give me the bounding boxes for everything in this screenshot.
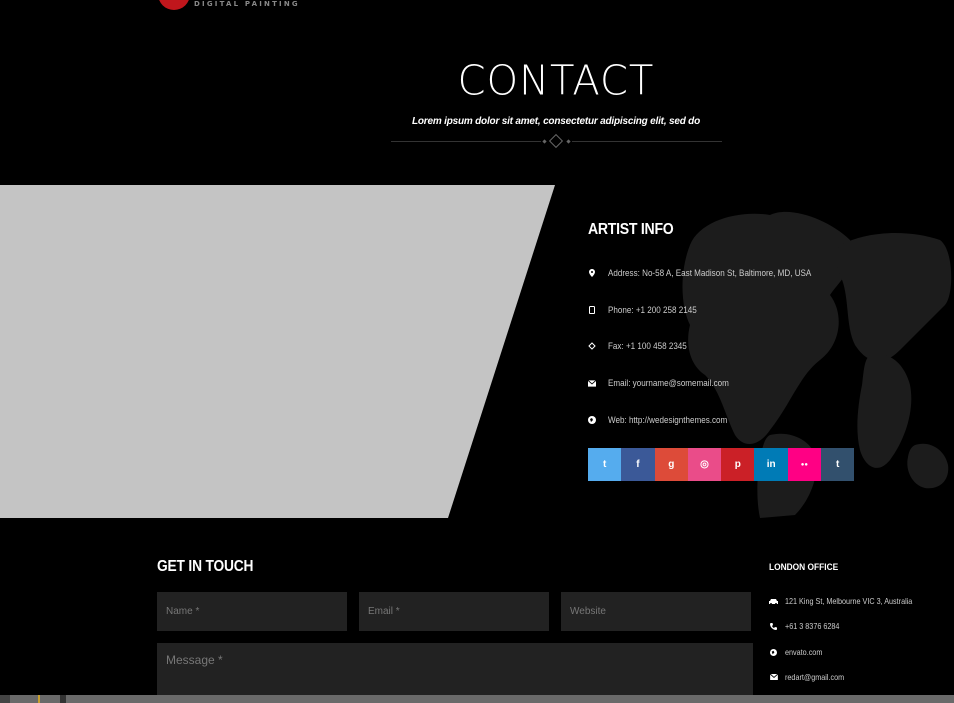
facebook-button[interactable]: f (621, 448, 655, 481)
facebook-icon: f (636, 459, 640, 470)
title-divider (391, 133, 722, 149)
office-address-row: 121 King St, Melbourne VIC 3, Australia (769, 596, 935, 606)
dribbble-button[interactable]: ◎ (687, 448, 722, 481)
envelope-icon (588, 379, 596, 387)
fax-icon (588, 342, 596, 350)
globe-icon (588, 416, 596, 424)
phone-icon (769, 622, 778, 630)
fax-row: Fax: +1 100 458 2345 (588, 339, 701, 353)
linkedin-button[interactable]: in (754, 448, 788, 481)
website-field[interactable] (561, 592, 751, 631)
logo-subtitle: DIGITAL PAINTING (194, 0, 300, 8)
office-email-text[interactable]: redart@gmail.com (785, 672, 844, 682)
twitter-icon: t (602, 459, 607, 470)
flickr-icon: ●● (800, 461, 809, 468)
fax-text: Fax: +1 100 458 2345 (608, 340, 687, 352)
phone-row: Phone: +1 200 258 2145 (588, 303, 712, 317)
address-text: Address: No-58 A, East Madison St, Balti… (608, 267, 812, 279)
web-text[interactable]: Web: http://wedesignthemes.com (608, 415, 727, 426)
page-title: CONTACT (457, 57, 655, 105)
office-web-row: envato.com (769, 647, 829, 657)
email-text[interactable]: Email: yourname@somemail.com (608, 378, 729, 389)
tumblr-button[interactable]: t (821, 448, 855, 481)
dribbble-icon: ◎ (700, 459, 709, 470)
address-row: Address: No-58 A, East Madison St, Balti… (588, 266, 847, 280)
tumblr-icon: t (836, 459, 840, 470)
office-address-text: 121 King St, Melbourne VIC 3, Australia (785, 596, 913, 606)
office-email-row: redart@gmail.com (769, 672, 855, 682)
phone-text: Phone: +1 200 258 2145 (608, 304, 697, 316)
logo-icon[interactable] (158, 0, 190, 10)
map-marker-icon (588, 269, 596, 277)
email-row: Email: yourname@somemail.com (588, 376, 750, 390)
office-title: LONDON OFFICE (769, 562, 839, 573)
linkedin-icon: in (766, 459, 776, 470)
social-bar: t f g ◎ p in ●● t (588, 448, 855, 481)
twitter-button[interactable]: t (588, 448, 622, 481)
map-placeholder-panel (0, 185, 555, 518)
page-subtitle: Lorem ipsum dolor sit amet, consectetur … (411, 116, 700, 127)
google-plus-icon: g (668, 459, 675, 470)
globe-icon (769, 648, 778, 656)
office-phone-row: +61 3 8376 6284 (769, 621, 849, 631)
flickr-button[interactable]: ●● (787, 448, 822, 481)
office-web-text[interactable]: envato.com (785, 647, 822, 657)
diamond-ornament-icon (548, 133, 564, 149)
page: DIGITAL PAINTING CONTACT Lorem ipsum dol… (0, 0, 954, 703)
name-field[interactable] (157, 592, 347, 631)
web-row: Web: http://wedesignthemes.com (588, 413, 748, 427)
phone-icon (588, 306, 596, 314)
pinterest-icon: p (734, 459, 741, 470)
email-field[interactable] (359, 592, 549, 631)
artist-info-title: ARTIST INFO (588, 221, 674, 238)
message-field[interactable] (157, 643, 753, 703)
get-in-touch-title: GET IN TOUCH (157, 558, 254, 575)
car-icon (769, 598, 778, 605)
office-phone-text: +61 3 8376 6284 (785, 621, 840, 631)
envelope-icon (769, 674, 778, 680)
pinterest-button[interactable]: p (721, 448, 755, 481)
bottom-scrollbar[interactable] (0, 695, 954, 703)
google-plus-button[interactable]: g (654, 448, 688, 481)
